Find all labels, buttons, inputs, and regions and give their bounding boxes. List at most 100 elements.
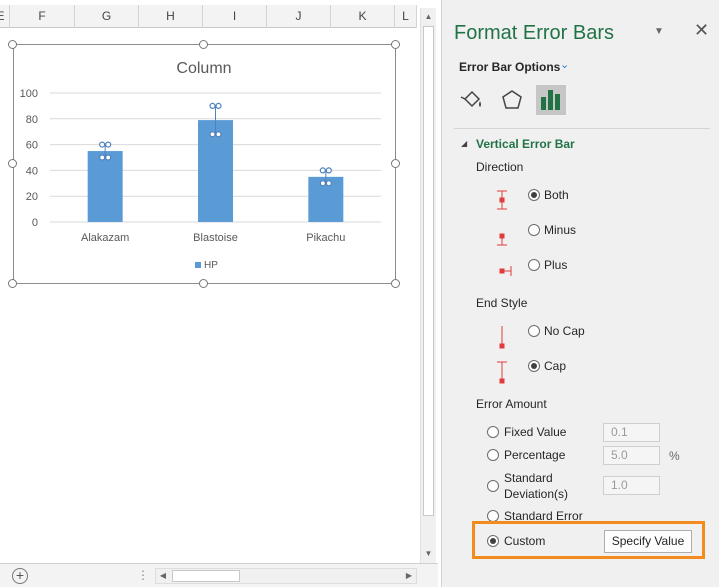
direction-label: Direction [476, 160, 524, 174]
end-style-cap-icon [492, 360, 512, 384]
column-header-g[interactable]: G [75, 5, 139, 28]
error-bar-selection-handle [325, 167, 332, 174]
standard-deviation-label-line2[interactable]: Deviation(s) [504, 487, 568, 501]
error-bar-selection-handle [215, 102, 222, 110]
effects-icon[interactable] [497, 85, 527, 115]
column-header-e[interactable]: E [0, 5, 10, 28]
direction-minus-label[interactable]: Minus [544, 223, 576, 237]
y-tick-label: 20 [26, 191, 38, 203]
direction-plus-label[interactable]: Plus [544, 258, 567, 272]
more-options-icon[interactable]: ⋮ [137, 568, 149, 582]
collapse-triangle-icon[interactable]: ◢ [461, 139, 467, 148]
custom-label[interactable]: Custom [504, 534, 545, 548]
chart-resize-handle-bl[interactable] [8, 279, 17, 288]
error-bar-options-menu[interactable]: Error Bar Options [459, 60, 560, 74]
chart-resize-handle-tr[interactable] [391, 40, 400, 49]
vertical-scrollbar[interactable]: ▲ ▼ [420, 8, 436, 563]
error-bar-selection-handle [99, 154, 106, 161]
error-bar-selection-handle [105, 154, 112, 161]
end-style-label: End Style [476, 296, 528, 310]
error-bar-plus-icon [492, 259, 512, 283]
error-bar-selection-handle [319, 180, 326, 187]
chart-svg: Column 0 20 40 60 80 100 Alakazam Blastoise Pikac… [20, 60, 381, 271]
y-tick-label: 80 [26, 114, 38, 126]
error-bar-minus-icon [492, 224, 512, 248]
scroll-right-icon[interactable]: ▶ [402, 569, 416, 583]
error-bar-selection-handle [209, 131, 216, 138]
column-header-h[interactable]: H [139, 5, 203, 28]
end-style-no-cap-icon [492, 325, 512, 349]
direction-both-label[interactable]: Both [544, 188, 569, 202]
error-amount-label: Error Amount [476, 397, 547, 411]
pane-title: Format Error Bars [454, 22, 615, 44]
pane-divider [454, 128, 710, 129]
bar [198, 120, 233, 222]
error-bar-selection-handle [99, 141, 106, 148]
chevron-down-icon[interactable]: ⌄ [560, 58, 569, 71]
pane-options-dropdown-icon[interactable]: ▼ [654, 26, 664, 37]
custom-radio[interactable] [487, 535, 499, 547]
chart-resize-handle-br[interactable] [391, 279, 400, 288]
scroll-up-icon[interactable]: ▲ [421, 10, 436, 24]
chart-resize-handle-t[interactable] [199, 40, 208, 49]
direction-plus-radio[interactable] [528, 259, 540, 271]
scroll-down-icon[interactable]: ▼ [421, 547, 436, 561]
chart-area[interactable]: Column 0 20 40 60 80 100 Alakazam Blastoise Pikac… [13, 44, 396, 284]
percentage-label[interactable]: Percentage [504, 448, 565, 462]
category-label: Blastoise [193, 232, 238, 244]
spreadsheet-area: E F G H I J K L Column 0 20 40 60 80 100 Alakaz… [0, 0, 417, 587]
percentage-radio[interactable] [487, 449, 499, 461]
format-error-bars-pane: Format Error Bars ▼ ✕ Error Bar Options … [441, 0, 719, 587]
y-tick-label: 0 [32, 217, 38, 229]
bar-chart-options-icon[interactable] [536, 85, 566, 115]
scroll-left-icon[interactable]: ◀ [156, 569, 170, 583]
percentage-input[interactable]: 5.0 [603, 446, 660, 465]
column-header-f[interactable]: F [10, 5, 75, 28]
error-bar-selection-handle [325, 180, 332, 187]
fixed-value-input[interactable]: 0.1 [603, 423, 660, 442]
add-sheet-icon[interactable]: + [12, 568, 28, 584]
direction-minus-radio[interactable] [528, 224, 540, 236]
y-tick-label: 60 [26, 140, 38, 152]
standard-deviation-label-line1[interactable]: Standard [504, 471, 553, 485]
fixed-value-radio[interactable] [487, 426, 499, 438]
horizontal-scroll-thumb[interactable] [172, 570, 240, 582]
error-bar-selection-handle [105, 141, 112, 148]
legend-swatch [195, 262, 201, 268]
error-bar-selection-handle [215, 131, 222, 138]
chart-title: Column [176, 60, 231, 77]
end-style-no-cap-label[interactable]: No Cap [544, 324, 585, 338]
column-header-l[interactable]: L [395, 5, 417, 28]
standard-deviation-input[interactable]: 1.0 [603, 476, 660, 495]
y-tick-label: 100 [20, 88, 38, 100]
fixed-value-label[interactable]: Fixed Value [504, 425, 566, 439]
end-style-cap-radio[interactable] [528, 360, 540, 372]
bar [87, 151, 123, 222]
end-style-cap-label[interactable]: Cap [544, 359, 566, 373]
category-label: Alakazam [81, 232, 129, 244]
column-header-j[interactable]: J [267, 5, 331, 28]
column-header-k[interactable]: K [331, 5, 395, 28]
fill-line-icon[interactable] [457, 85, 487, 115]
standard-deviation-radio[interactable] [487, 480, 499, 492]
column-header-i[interactable]: I [203, 5, 267, 28]
chart-resize-handle-r[interactable] [391, 159, 400, 168]
close-icon[interactable]: ✕ [694, 20, 709, 41]
horizontal-scrollbar[interactable]: ◀ ▶ [155, 568, 417, 584]
error-bar-selection-handle [209, 102, 216, 110]
chart-resize-handle-b[interactable] [199, 279, 208, 288]
section-title[interactable]: Vertical Error Bar [476, 137, 575, 151]
vertical-scroll-thumb[interactable] [423, 26, 434, 516]
column-header-row: E F G H I J K L [0, 5, 417, 28]
end-style-no-cap-radio[interactable] [528, 325, 540, 337]
y-tick-label: 40 [26, 165, 38, 177]
chart-resize-handle-l[interactable] [8, 159, 17, 168]
direction-both-radio[interactable] [528, 189, 540, 201]
sheet-tab-bar: + ⋮ ◀ ▶ [0, 563, 438, 587]
chart-resize-handle-tl[interactable] [8, 40, 17, 49]
percent-sign: % [669, 449, 680, 463]
category-label: Pikachu [306, 232, 345, 244]
error-bar-selection-handle [319, 167, 326, 174]
legend-label: HP [204, 260, 218, 271]
specify-value-button[interactable]: Specify Value [604, 530, 692, 553]
